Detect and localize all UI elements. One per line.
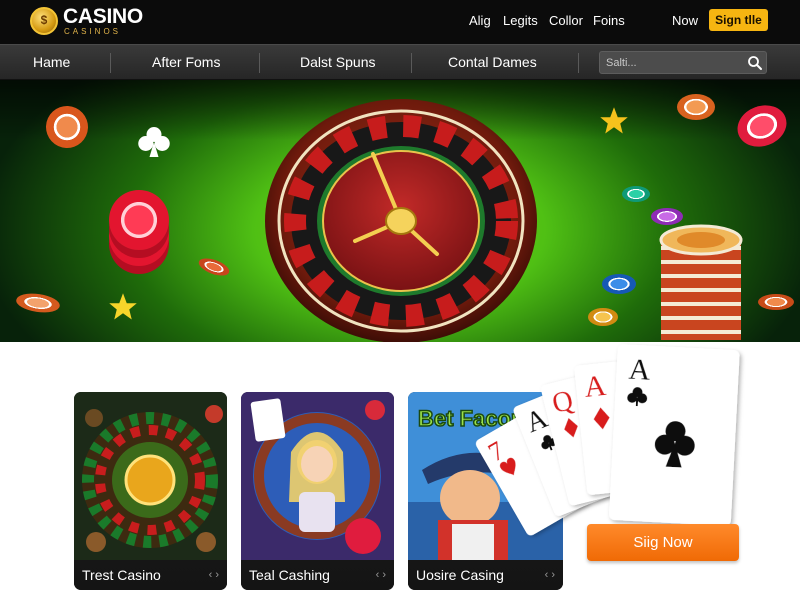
games-section: Trest Casino ‹ › Teal Cashing ‹ › Bet Fa…	[0, 342, 800, 600]
nav-item-home[interactable]: Hame	[33, 54, 70, 70]
chip	[196, 254, 232, 280]
game-card-trest-casino[interactable]: Trest Casino ‹ ›	[74, 392, 227, 590]
chip	[14, 291, 62, 315]
card-footer: Trest Casino ‹ ›	[74, 560, 227, 590]
top-link-foins[interactable]: Foins	[593, 13, 625, 29]
card-nav-arrows[interactable]: ‹ ›	[376, 568, 386, 582]
chip-stack	[659, 224, 743, 340]
chip	[677, 94, 715, 120]
roulette-thumbnail	[74, 392, 227, 560]
game-card-teal-cashing[interactable]: Teal Cashing ‹ ›	[241, 392, 394, 590]
chip	[758, 294, 794, 310]
card-nav-arrows[interactable]: ‹ ›	[209, 568, 219, 582]
brand-logo[interactable]: $ CASINO CASINOS	[30, 5, 145, 39]
playing-cards-fan: 7 A Q A A	[475, 344, 740, 536]
search-input[interactable]	[606, 54, 742, 71]
roulette-wheel	[265, 99, 537, 342]
character-thumbnail	[241, 392, 394, 560]
search-icon[interactable]	[747, 55, 763, 71]
sign-now-button[interactable]: Siig Now	[587, 524, 739, 561]
nav-item-after-foms[interactable]: After Foms	[152, 54, 220, 70]
top-link-legits[interactable]: Legits	[503, 13, 538, 29]
casino-logo-icon: $	[30, 7, 58, 35]
card-rank: A	[628, 353, 652, 387]
card-rank: A	[583, 369, 608, 404]
nav-item-contal-dames[interactable]: Contal Dames	[448, 54, 537, 70]
card-nav-arrows[interactable]: ‹ ›	[545, 568, 555, 582]
card-title: Trest Casino	[82, 567, 161, 583]
chip	[588, 308, 618, 326]
nav-divider	[110, 53, 111, 73]
brand-name: CASINO	[63, 5, 143, 28]
nav-divider	[259, 53, 260, 73]
nav-item-dalst-spuns[interactable]: Dalst Spuns	[300, 54, 375, 70]
search-box	[599, 51, 767, 74]
card-title: Uosire Casing	[416, 567, 504, 583]
logo-mark: $	[40, 13, 48, 27]
club-icon	[138, 127, 170, 157]
nav-divider	[578, 53, 579, 73]
hero-banner	[0, 80, 800, 342]
star	[109, 293, 137, 320]
chip	[109, 190, 169, 250]
chip	[602, 274, 636, 294]
card-footer: Uosire Casing ‹ ›	[408, 560, 563, 590]
card-footer: Teal Cashing ‹ ›	[241, 560, 394, 590]
top-link-collor[interactable]: Collor	[549, 13, 583, 29]
main-nav: Hame After Foms Dalst Spuns Contal Dames	[0, 44, 800, 80]
chip	[622, 186, 650, 202]
signup-button-top[interactable]: Sig⁠n tlle	[709, 9, 768, 31]
top-link-now[interactable]: Now	[672, 13, 698, 29]
top-bar: $ CASINO CASINOS Alig Legits Collor Foin…	[0, 0, 800, 44]
nav-divider	[411, 53, 412, 73]
card-title: Teal Cashing	[249, 567, 330, 583]
star	[600, 107, 628, 134]
brand-tagline: CASINOS	[64, 27, 122, 36]
top-link-alig[interactable]: Alig	[469, 13, 491, 29]
